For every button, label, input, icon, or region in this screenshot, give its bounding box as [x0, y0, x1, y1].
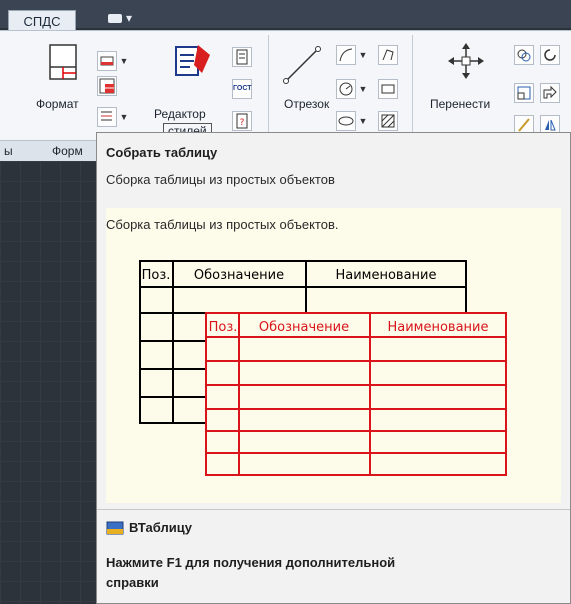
- chevron-down-icon[interactable]: ▼: [118, 107, 130, 127]
- panel-icon: [108, 14, 122, 24]
- arc-button[interactable]: [336, 45, 356, 65]
- style-editor-icon[interactable]: [170, 43, 214, 81]
- panel-caption-format: Форм: [52, 144, 83, 158]
- style-editor-label-1[interactable]: Редактор: [154, 107, 206, 121]
- hatch-button[interactable]: [378, 111, 398, 131]
- rotate-icon: [544, 49, 556, 61]
- circle-button[interactable]: [336, 79, 356, 99]
- circle-icon: [339, 82, 353, 96]
- tooltip-extended-text: Сборка таблицы из простых объектов.: [106, 217, 339, 232]
- move-icon[interactable]: [448, 43, 484, 79]
- list-icon: [101, 111, 112, 121]
- red-table-col2: Обозначение: [259, 320, 349, 335]
- rectangle-icon: [381, 84, 395, 94]
- tooltip-help-hint: Нажмите F1 для получения дополнительной …: [106, 555, 396, 590]
- chevron-down-icon[interactable]: ▼: [357, 111, 369, 131]
- scale-button[interactable]: [514, 83, 534, 103]
- copy-button[interactable]: [514, 45, 534, 65]
- red-table-col1: Поз.: [209, 320, 238, 335]
- ellipse-icon: [338, 116, 354, 126]
- panel-switch-button[interactable]: ▾: [108, 10, 142, 26]
- table-assembly-illustration: Поз. Обозначение Наименование Поз. Обозн…: [139, 260, 507, 476]
- move-button-label[interactable]: Перенести: [430, 97, 490, 111]
- gost-button[interactable]: ГОСТ: [232, 79, 252, 99]
- segment-icon[interactable]: [280, 43, 324, 87]
- format-sheet-icon[interactable]: [46, 43, 80, 81]
- segment-button-label[interactable]: Отрезок: [284, 97, 329, 111]
- sheet-icon: [236, 49, 248, 65]
- title-bar: [0, 0, 571, 28]
- scale-icon: [517, 86, 531, 100]
- red-table-icon: [99, 78, 115, 94]
- copy-icon: [517, 49, 531, 62]
- arc-icon: [339, 48, 353, 62]
- stretch-button[interactable]: [540, 83, 560, 103]
- black-table-col3: Наименование: [335, 268, 436, 283]
- chevron-down-icon[interactable]: ▼: [357, 45, 369, 65]
- red-table-col3: Наименование: [387, 320, 488, 335]
- command-tooltip: Собрать таблицу Сборка таблицы из просты…: [96, 132, 571, 604]
- list-button[interactable]: [97, 107, 117, 127]
- tooltip-command-name: ВТаблицу: [129, 520, 192, 535]
- rectangle-button[interactable]: [378, 79, 398, 99]
- tooltip-title: Собрать таблицу: [106, 145, 218, 160]
- tooltip-divider: [97, 509, 570, 510]
- sheet-button[interactable]: [232, 47, 252, 67]
- stamp-icon: [100, 56, 114, 66]
- ribbon: Формат ▼ ▼ Редактор стилей ГОСТ ? Отрезо…: [0, 30, 571, 141]
- black-table-col2: Обозначение: [194, 268, 284, 283]
- svg-text:?: ?: [240, 118, 245, 128]
- help-sheet-button[interactable]: ?: [232, 111, 252, 131]
- chevron-down-icon[interactable]: ▼: [357, 79, 369, 99]
- polyline-icon: [382, 49, 394, 61]
- question-sheet-icon: ?: [236, 113, 248, 129]
- chevron-down-icon[interactable]: ▼: [118, 51, 130, 71]
- chevron-down-icon: ▾: [126, 11, 133, 25]
- stretch-icon: [543, 85, 557, 99]
- table-red-button[interactable]: [97, 76, 117, 96]
- rotate-button[interactable]: [540, 45, 560, 65]
- hatch-icon: [381, 114, 395, 128]
- panel-caption-left: ы: [4, 144, 13, 158]
- command-icon: [106, 521, 124, 535]
- stamp-button[interactable]: [97, 51, 117, 71]
- format-button-label[interactable]: Формат: [36, 97, 79, 111]
- black-table-col1: Поз.: [142, 268, 171, 283]
- tooltip-description: Сборка таблицы из простых объектов: [106, 172, 335, 187]
- ellipse-button[interactable]: [336, 111, 356, 131]
- polyline-button[interactable]: [378, 45, 398, 65]
- drawing-canvas[interactable]: [0, 161, 96, 604]
